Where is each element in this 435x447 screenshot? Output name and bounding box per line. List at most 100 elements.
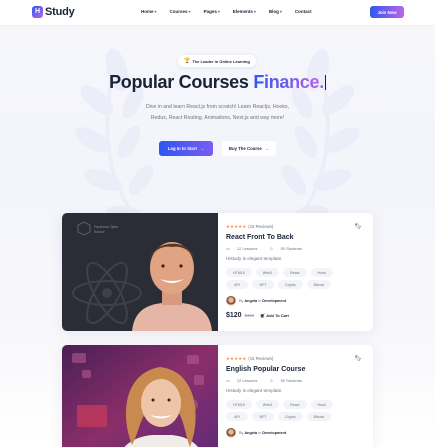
site-logo[interactable]: H Study (32, 6, 75, 18)
tag[interactable]: API (226, 280, 248, 289)
avatar (226, 428, 236, 438)
course-description: Histudy is elegant template. (226, 388, 283, 393)
review-count: (15 Reviews) (248, 356, 274, 361)
buy-course-button[interactable]: Buy The Course → (222, 141, 276, 156)
avatar (226, 296, 236, 306)
tag[interactable]: NFT (252, 412, 274, 421)
tag[interactable]: Hook (310, 268, 333, 277)
chevron-down-icon: ▾ (188, 9, 191, 14)
nav-item-elements[interactable]: Elements ▾ (233, 9, 256, 14)
students-info: ☺ 50 Students (269, 246, 308, 251)
nav-item-courses[interactable]: Courses ▾ (170, 9, 191, 14)
course-meta: ▭ 12 Lessons ☺ 50 Students (226, 378, 314, 383)
category-link[interactable]: Development (262, 299, 286, 303)
arrow-right-icon: → (264, 146, 270, 151)
star-icon: ★★★★★ (226, 224, 247, 229)
chevron-down-icon: ▾ (154, 9, 157, 14)
students-count: 50 Students (280, 378, 302, 383)
nav-label: Contact (294, 9, 312, 14)
bookmark-icon[interactable]: 🔖︎ (354, 223, 362, 230)
course-photo (62, 213, 218, 331)
title-main: Popular Courses (109, 72, 254, 92)
price-row: $120 $150 🛒︎ Add To Cart (226, 312, 289, 319)
course-card[interactable]: ★★★★★ (15 Reviews) 🔖︎ English Popular Cou… (62, 345, 373, 447)
tag[interactable]: React (283, 268, 307, 277)
nav-label: Courses (169, 9, 188, 14)
tag[interactable]: Web3 (255, 268, 280, 277)
course-title[interactable]: English Popular Course (226, 366, 305, 373)
bookmark-icon[interactable]: 🔖︎ (354, 355, 362, 362)
course-details: ★★★★★ (15 Reviews) 🔖︎ React Front To Back… (226, 213, 366, 331)
lessons-count: 12 Lessons (236, 246, 258, 251)
star-icon: ★★★★★ (226, 356, 247, 361)
hero-badge: 🏆 The Leader in Online Learning (178, 55, 256, 67)
course-image[interactable]: Facebook Open Source (62, 213, 218, 331)
hero-description: Dive in and learn React.js from scratch!… (145, 104, 289, 121)
book-icon: ▭ (226, 378, 231, 383)
nav-item-pages[interactable]: Pages ▾ (204, 9, 220, 14)
review-count: (15 Reviews) (248, 224, 274, 229)
tag[interactable]: Bitcoin (306, 280, 332, 289)
chevron-down-icon: ▾ (253, 9, 256, 14)
course-title[interactable]: React Front To Back (226, 234, 294, 241)
cart-label: Add To Cart (266, 313, 289, 318)
author-name[interactable]: Angela (244, 431, 257, 435)
category-link[interactable]: Development (262, 431, 286, 435)
nav-label: Home (141, 9, 154, 14)
page: H Study Home ▾ Courses ▾ Pages ▾ Elements ▾ … (0, 0, 435, 447)
current-price: $120 (226, 312, 242, 319)
nav-item-blog[interactable]: Blog ▾ (269, 9, 282, 14)
tag[interactable]: HTML5 (226, 400, 252, 409)
course-details: ★★★★★ (15 Reviews) 🔖︎ English Popular Cou… (226, 345, 366, 447)
tag[interactable]: Bitcoin (306, 412, 332, 421)
author-name[interactable]: Angela (244, 299, 257, 303)
login-to-start-button[interactable]: Log In to Start → (159, 141, 213, 156)
course-image[interactable] (62, 345, 218, 447)
old-price: $150 (244, 313, 255, 318)
button-label: Buy The Course (228, 146, 262, 151)
book-icon: ▭ (226, 246, 231, 251)
badge-text: The Leader in Online Learning (192, 58, 250, 64)
rating: ★★★★★ (15 Reviews) (226, 356, 273, 362)
tag[interactable]: Web3 (255, 400, 280, 409)
logo-text: Study (45, 6, 75, 18)
tag[interactable]: API (226, 412, 248, 421)
nav-item-home[interactable]: Home ▾ (141, 9, 157, 14)
students-info: ☺ 50 Students (269, 378, 308, 383)
tag[interactable]: React (283, 400, 307, 409)
nav-label: Pages (203, 9, 217, 14)
nav-label: Blog (268, 9, 279, 14)
lessons-count: 12 Lessons (236, 378, 258, 383)
nav-label: Elements (232, 9, 253, 14)
lessons-info: ▭ 12 Lessons (226, 378, 263, 383)
author-prefix: By (239, 431, 244, 435)
join-now-button[interactable]: Join Now (370, 6, 404, 18)
course-photo (62, 345, 218, 447)
tag[interactable]: Hook (310, 400, 333, 409)
title-accent: Finance. (253, 72, 324, 92)
nav-item-contact[interactable]: Contact (295, 9, 312, 14)
rating: ★★★★★ (15 Reviews) (226, 224, 273, 230)
trophy-icon: 🏆 (184, 58, 191, 64)
tag[interactable]: NFT (252, 280, 274, 289)
category-prefix: In (258, 299, 262, 303)
author-prefix: By (239, 299, 244, 303)
users-icon: ☺ (269, 246, 275, 251)
tag[interactable]: HTML5 (226, 268, 252, 277)
users-icon: ☺ (269, 378, 275, 383)
main-nav: Home ▾ Courses ▾ Pages ▾ Elements ▾ Blog ▾ Co… (141, 9, 325, 14)
tag[interactable]: Crypto (278, 280, 303, 289)
author-line: By Angela In Development (226, 296, 287, 306)
arrow-right-icon: → (199, 146, 205, 151)
tag[interactable]: Crypto (278, 412, 303, 421)
tag-list: HTML5 Web3 React Hook API NFT Crypto Bit… (226, 268, 362, 292)
logo-mark-icon: H (32, 6, 43, 18)
students-count: 50 Students (280, 246, 302, 251)
course-description: Histudy is elegant template. (226, 256, 283, 261)
site-header: H Study Home ▾ Courses ▾ Pages ▾ Elements ▾ … (0, 0, 435, 26)
course-card[interactable]: Facebook Open Source ★★★★★ (15 Reviews) 🔖… (62, 213, 373, 331)
page-title: Popular Courses Finance. (0, 72, 435, 93)
chevron-down-icon: ▾ (217, 9, 220, 14)
add-to-cart-button[interactable]: 🛒︎ Add To Cart (260, 313, 289, 318)
category-prefix: In (258, 431, 262, 435)
